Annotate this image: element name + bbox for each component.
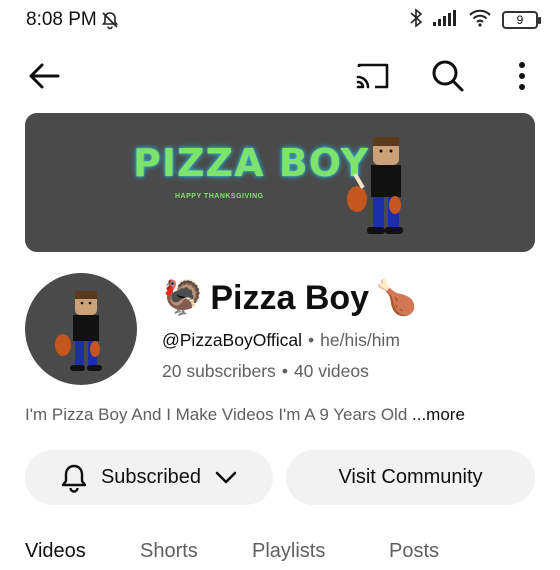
subscribed-button[interactable]: Subscribed (25, 450, 273, 505)
more-vert-icon (519, 62, 525, 90)
banner-character-image (347, 137, 403, 234)
avatar-character-image (55, 291, 102, 371)
signal-icon (432, 9, 458, 32)
bell-icon (61, 464, 87, 493)
dnd-off-icon (100, 10, 120, 35)
search-button[interactable] (427, 56, 469, 96)
visit-community-label: Visit Community (338, 466, 483, 488)
banner-subtitle: HAPPY THANKSGIVING (175, 193, 264, 200)
top-app-bar (0, 48, 560, 104)
wifi-icon (468, 9, 492, 32)
channel-handle[interactable]: @PizzaBoyOffical (162, 330, 302, 351)
more-options-button[interactable] (508, 56, 536, 96)
cast-button[interactable] (352, 56, 394, 96)
more-link[interactable]: ...more (412, 405, 465, 424)
chevron-down-icon (215, 471, 237, 483)
battery-level: 9 (516, 13, 524, 27)
bluetooth-icon (410, 7, 423, 33)
channel-name: 🦃 Pizza Boy 🍗 (162, 278, 417, 318)
subscriber-count: 20 subscribers (162, 361, 276, 381)
battery-icon: 9 (502, 11, 541, 29)
separator: • (281, 361, 288, 381)
channel-avatar[interactable] (25, 273, 137, 385)
channel-pronouns: he/his/him (320, 330, 400, 350)
channel-name-text: Pizza Boy (210, 278, 370, 317)
channel-description[interactable]: I'm Pizza Boy And I Make Videos I'm A 9 … (25, 405, 540, 425)
video-count: 40 videos (293, 361, 369, 381)
description-text: I'm Pizza Boy And I Make Videos I'm A 9 … (25, 405, 408, 424)
search-icon (432, 60, 464, 92)
channel-banner: PIZZA BOY HAPPY THANKSGIVING (25, 113, 535, 252)
cast-icon (356, 63, 389, 89)
turkey-emoji: 🦃 (162, 279, 205, 317)
channel-stats: 20 subscribers • 40 videos (162, 361, 369, 382)
status-bar: 8:08 PM 9 (0, 0, 560, 42)
status-icons: 9 (410, 7, 541, 33)
back-button[interactable] (24, 58, 64, 94)
channel-tabs: Videos Shorts Playlists Posts (25, 540, 545, 570)
subscribed-label: Subscribed (100, 466, 202, 488)
visit-community-button[interactable]: Visit Community (286, 450, 535, 505)
status-time: 8:08 PM (26, 9, 97, 30)
separator: • (308, 330, 315, 350)
back-arrow-icon (29, 63, 60, 89)
channel-handle-line: @PizzaBoyOffical • he/his/him (162, 330, 400, 351)
banner-title: PIZZA BOY (133, 141, 370, 185)
drumstick-emoji: 🍗 (375, 279, 418, 317)
